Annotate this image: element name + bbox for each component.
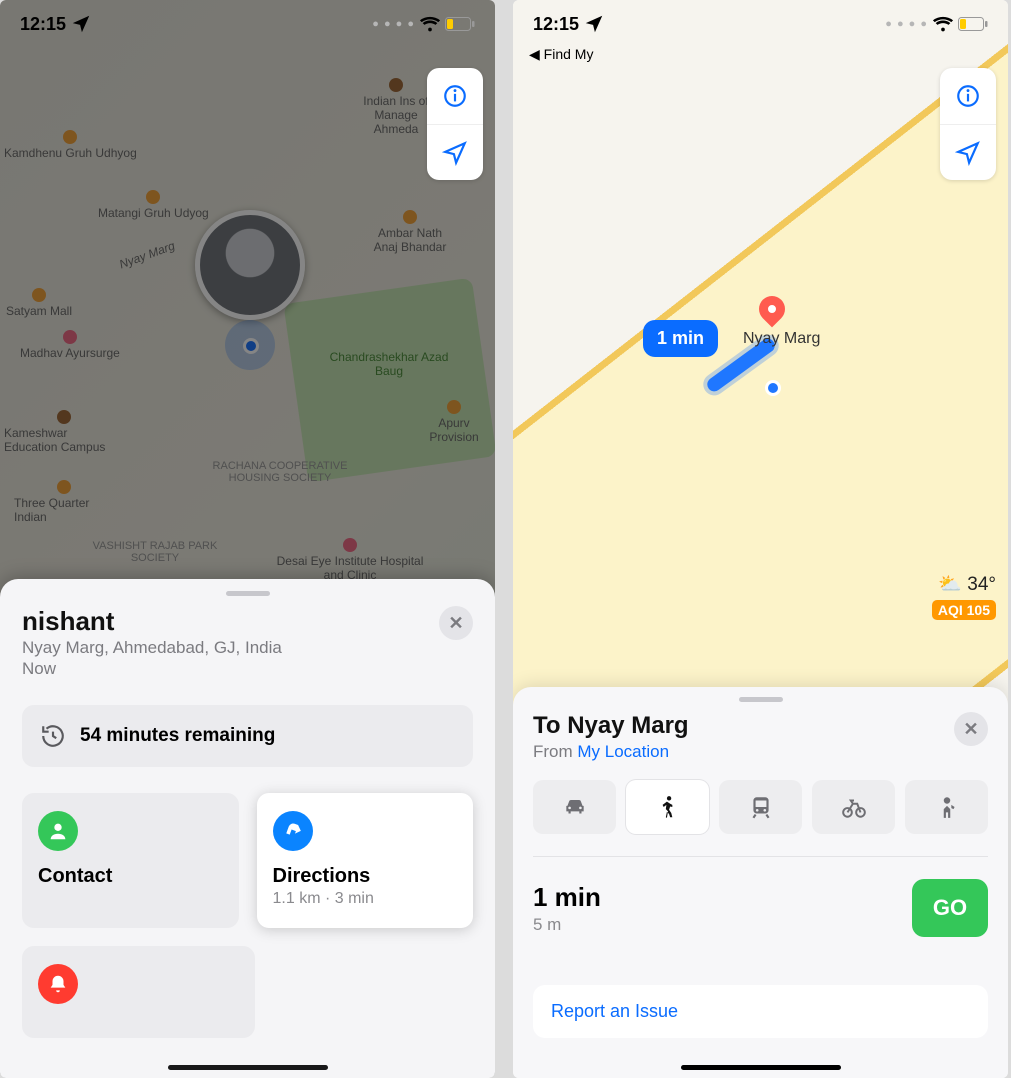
route-distance: 5 m (533, 915, 601, 935)
status-bar: 12:15 ● ● ● ● (513, 0, 1008, 48)
clock: 12:15 (20, 14, 66, 35)
location-services-icon (583, 13, 605, 35)
destination-label: Nyay Marg (743, 330, 820, 348)
bicycle-icon (841, 794, 867, 820)
weather-widget[interactable]: ⛅ 34° AQI 105 (932, 572, 996, 620)
cellular-dots-icon: ● ● ● ● (885, 18, 928, 30)
temperature: 34° (967, 574, 996, 595)
destination-title: To Nyay Marg (533, 712, 689, 740)
transport-mode-selector (533, 780, 988, 834)
go-button[interactable]: GO (912, 879, 988, 937)
battery-low-icon (958, 17, 988, 31)
directions-tile[interactable]: Directions 1.1 km · 3 min (257, 793, 474, 928)
home-indicator[interactable] (168, 1065, 328, 1070)
route-eta: 1 min (533, 882, 601, 913)
drag-handle[interactable] (226, 591, 270, 596)
destination-pin[interactable] (754, 291, 791, 328)
location-arrow-icon (442, 140, 468, 166)
directions-label: Directions (273, 865, 458, 888)
battery-low-icon (445, 17, 475, 31)
close-button[interactable]: ✕ (439, 606, 473, 640)
clock: 12:15 (533, 14, 579, 35)
car-icon (562, 794, 588, 820)
remaining-time-label: 54 minutes remaining (80, 725, 275, 747)
report-issue-button[interactable]: Report an Issue (533, 985, 988, 1038)
mode-cycle[interactable] (812, 780, 895, 834)
status-bar: 12:15 ● ● ● ● (0, 0, 495, 48)
remaining-time-row: 54 minutes remaining (22, 705, 473, 767)
mode-transit[interactable] (719, 780, 802, 834)
wifi-icon (419, 13, 441, 35)
home-indicator[interactable] (681, 1065, 841, 1070)
map-controls (940, 68, 996, 180)
directions-card[interactable]: To Nyay Marg From My Location ✕ (513, 687, 1008, 1078)
person-icon (38, 811, 78, 851)
map-info-button[interactable] (940, 68, 996, 124)
person-card[interactable]: nishant Nyay Marg, Ahmedabad, GJ, India … (0, 579, 495, 1078)
directions-detail: 1.1 km · 3 min (273, 890, 458, 908)
bell-icon (38, 964, 78, 1004)
mode-rideshare[interactable] (905, 780, 988, 834)
map-locate-button[interactable] (940, 124, 996, 180)
mode-car[interactable] (533, 780, 616, 834)
location-arrow-icon (955, 140, 981, 166)
map-info-button[interactable] (427, 68, 483, 124)
divider (533, 856, 988, 857)
map-controls (427, 68, 483, 180)
drag-handle[interactable] (739, 697, 783, 702)
info-icon (955, 83, 981, 109)
clock-history-icon (40, 723, 66, 749)
from-row[interactable]: From My Location (533, 742, 689, 762)
walk-icon (655, 794, 681, 820)
wifi-icon (932, 13, 954, 35)
back-breadcrumb[interactable]: ◀ Find My (529, 46, 593, 63)
route-eta-bubble[interactable]: 1 min (643, 320, 718, 357)
person-address: Nyay Marg, Ahmedabad, GJ, India (22, 638, 282, 658)
close-button[interactable]: ✕ (954, 712, 988, 746)
directions-icon (273, 811, 313, 851)
person-name: nishant (22, 606, 282, 637)
contact-label: Contact (38, 865, 223, 888)
info-icon (442, 83, 468, 109)
aqi-badge: AQI 105 (932, 600, 996, 620)
phone-maps-directions: 1 min Nyay Marg ⛅ 34° AQI 105 12:15 ● ● … (513, 0, 1008, 1078)
contact-tile[interactable]: Contact (22, 793, 239, 928)
from-location-link[interactable]: My Location (577, 742, 669, 761)
current-location-dot (765, 380, 781, 396)
notifications-tile[interactable] (22, 946, 255, 1038)
map-locate-button[interactable] (427, 124, 483, 180)
phone-find-my: Indian Ins of Manage Ahmeda Kamdhenu Gru… (0, 0, 495, 1078)
rideshare-icon (934, 794, 960, 820)
transit-icon (748, 794, 774, 820)
route-summary-row[interactable]: 1 min 5 m GO (533, 879, 988, 937)
cellular-dots-icon: ● ● ● ● (372, 18, 415, 30)
location-services-icon (70, 13, 92, 35)
cloud-sun-icon: ⛅ (938, 574, 962, 595)
mode-walk[interactable] (626, 780, 709, 834)
person-updated: Now (22, 659, 282, 679)
